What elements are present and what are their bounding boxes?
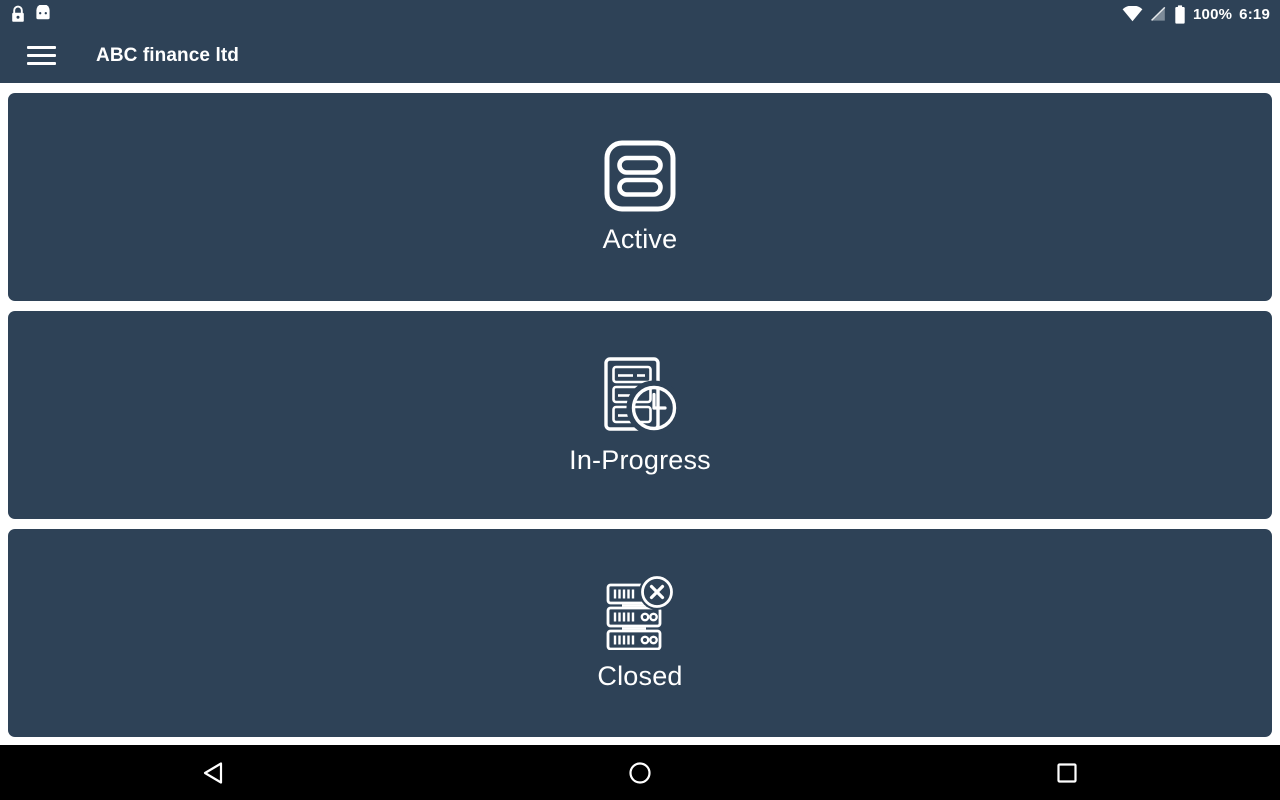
- nav-home-button[interactable]: [580, 745, 700, 800]
- battery-icon: [1175, 4, 1185, 24]
- nav-back-button[interactable]: [153, 745, 273, 800]
- card-closed[interactable]: Closed: [8, 529, 1272, 737]
- hamburger-line: [27, 62, 56, 65]
- home-circle-icon: [629, 761, 651, 784]
- clock-label: 6:19: [1239, 5, 1270, 23]
- card-list: Active In-Progress Closed: [0, 83, 1280, 745]
- status-bar: 100% 6:19: [0, 0, 1280, 28]
- nav-recents-button[interactable]: [1007, 745, 1127, 800]
- app-bar-title: ABC finance ltd: [96, 44, 239, 66]
- android-robot-icon: [36, 5, 50, 20]
- hamburger-menu-icon[interactable]: [27, 44, 57, 68]
- no-signal-icon: [1151, 6, 1166, 21]
- wifi-icon: [1122, 6, 1143, 22]
- card-label-in-progress: In-Progress: [569, 445, 711, 476]
- card-active[interactable]: Active: [8, 93, 1272, 301]
- hamburger-line: [27, 46, 56, 49]
- battery-percent-label: 100%: [1193, 5, 1233, 23]
- active-list-icon: [604, 140, 676, 212]
- card-label-active: Active: [602, 224, 678, 255]
- document-clock-icon: [604, 357, 680, 435]
- recents-square-icon: [1057, 762, 1077, 783]
- android-navigation-bar: [0, 745, 1280, 800]
- card-in-progress[interactable]: In-Progress: [8, 311, 1272, 519]
- back-triangle-icon: [204, 761, 223, 784]
- app-root: 100% 6:19 ABC finance ltd Active In-Prog…: [0, 0, 1280, 800]
- status-bar-right-icons: 100% 6:19: [1122, 4, 1270, 24]
- server-close-icon: [606, 574, 675, 651]
- hamburger-line: [27, 54, 56, 57]
- app-bar: ABC finance ltd: [0, 28, 1280, 83]
- status-bar-left-icons: [10, 5, 52, 23]
- lock-icon: [12, 5, 24, 22]
- card-label-closed: Closed: [597, 661, 683, 692]
